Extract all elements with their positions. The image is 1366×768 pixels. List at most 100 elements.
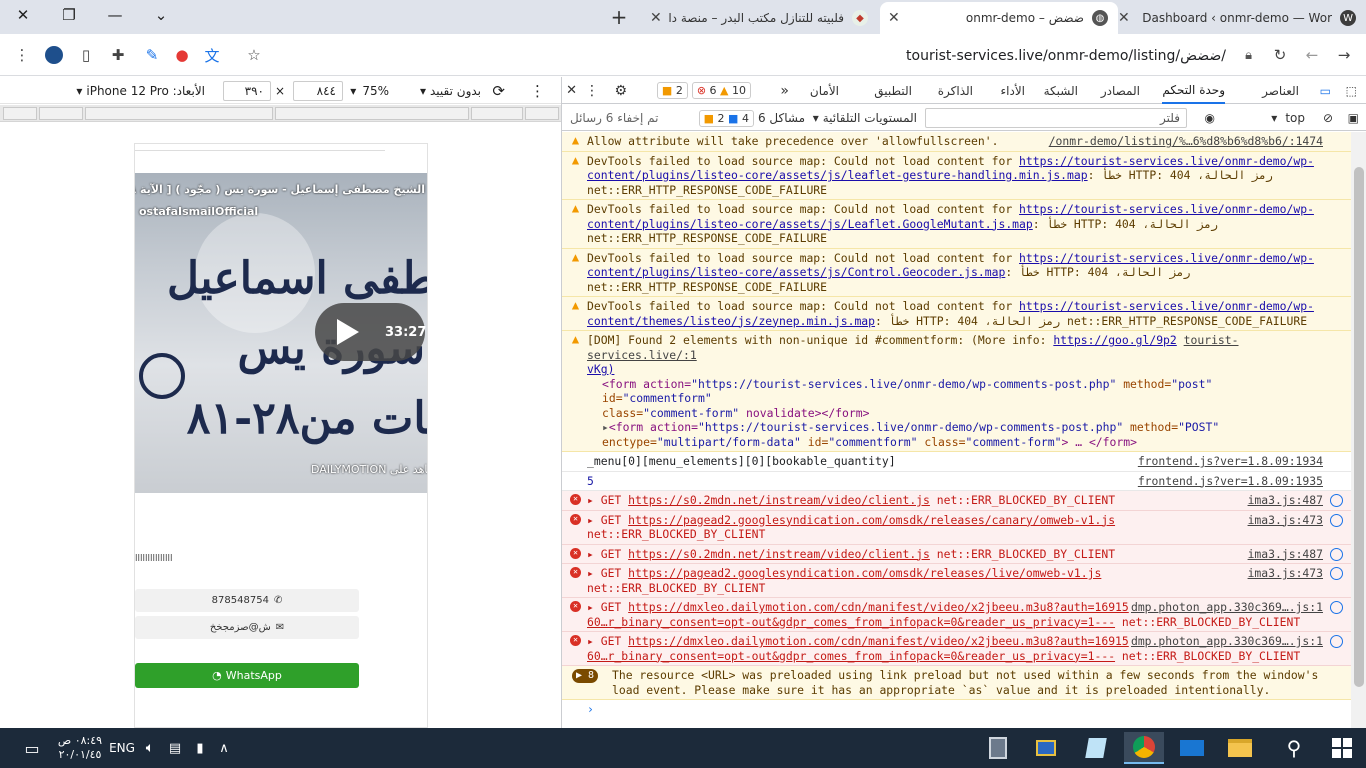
notepad-app-icon[interactable] bbox=[1076, 732, 1116, 764]
live-expression-eye-icon[interactable]: ◉ bbox=[1205, 108, 1215, 128]
expand-triangle-icon[interactable]: ▸ bbox=[587, 634, 601, 648]
tab-network[interactable]: الشبكة bbox=[1044, 77, 1078, 104]
expand-triangle-icon[interactable]: ▸ bbox=[602, 420, 609, 434]
restore-window-icon[interactable]: ❐ bbox=[46, 0, 92, 30]
video-player[interactable]: الشيخ مصطفى إسماعيل - سورة يس ( مجّود ) … bbox=[135, 173, 427, 493]
tab-onmr-demo[interactable]: ◍ ضضض – onmr-demo ✕ bbox=[880, 2, 1118, 34]
forward-icon[interactable]: ← bbox=[1300, 43, 1324, 67]
tab-console[interactable]: وحدة التحكم bbox=[1162, 77, 1225, 104]
throttle-select[interactable]: بدون تقييد ▾ bbox=[420, 81, 481, 101]
console-filter-input[interactable]: فلتر bbox=[925, 108, 1187, 128]
console-warning[interactable]: ▲ DevTools failed to load source map: Co… bbox=[562, 151, 1351, 200]
network-icon[interactable]: ▤ bbox=[165, 734, 185, 762]
request-url[interactable]: https://s0.2mdn.net/instream/video/clien… bbox=[628, 547, 930, 561]
console-error[interactable]: ✕ ▸ GET https://s0.2mdn.net/instream/vid… bbox=[562, 544, 1351, 564]
inspect-element-icon[interactable]: ⬚ bbox=[1346, 77, 1357, 104]
dom-node[interactable]: <form action="https://tourist-services.l… bbox=[587, 377, 1323, 421]
dom-node[interactable]: ▸<form action="https://tourist-services.… bbox=[587, 420, 1323, 449]
expand-triangle-icon[interactable]: ▸ bbox=[587, 513, 601, 527]
side-panel-icon[interactable]: ▯ bbox=[74, 43, 98, 67]
notifications-icon[interactable]: ▭ bbox=[20, 734, 44, 762]
request-url[interactable]: 60…r_binary_consent=opt-out&gdpr_comes_f… bbox=[587, 649, 1115, 663]
source-link[interactable]: frontend.js?ver=1.8.09:1934 bbox=[1138, 454, 1323, 469]
network-app-icon[interactable] bbox=[1026, 732, 1066, 764]
menu-kebab-icon[interactable]: ⋮ bbox=[10, 43, 34, 67]
play-button[interactable]: 33:27 bbox=[315, 303, 426, 361]
source-link[interactable]: dmp.photon_app.330c369….js:1 bbox=[1131, 600, 1323, 615]
show-hidden-icons-chevron[interactable]: ∧ bbox=[214, 734, 234, 762]
console-warning[interactable]: ▲ Allow attribute will take precedence o… bbox=[562, 132, 1351, 152]
whatsapp-button[interactable]: ◔ WhatsApp bbox=[135, 663, 359, 688]
profile-avatar-icon[interactable] bbox=[42, 43, 66, 67]
network-globe-icon[interactable] bbox=[1330, 635, 1343, 648]
source-link[interactable]: dmp.photon_app.330c369….js:1 bbox=[1131, 634, 1323, 649]
chrome-app-icon[interactable] bbox=[1124, 732, 1164, 764]
network-globe-icon[interactable] bbox=[1330, 494, 1343, 507]
device-menu-icon[interactable]: ⋮ bbox=[530, 81, 545, 101]
issues-badge[interactable]: ■ 2 bbox=[656, 82, 688, 99]
back-icon[interactable]: → bbox=[1332, 43, 1356, 67]
console-error[interactable]: ✕ ▸ GET https://dmxleo.dailymotion.com/c… bbox=[562, 598, 1351, 632]
device-select[interactable]: الأبعاد: iPhone 12 Pro ▾ bbox=[76, 81, 205, 101]
network-globe-icon[interactable] bbox=[1330, 513, 1343, 527]
height-input[interactable]: ٨٤٤ bbox=[293, 81, 343, 101]
speaker-muted-icon[interactable]: 🔈︎ bbox=[140, 734, 160, 762]
close-tab-icon[interactable]: ✕ bbox=[650, 10, 662, 26]
console-log[interactable]: _menu[0][menu_elements][0][bookable_quan… bbox=[562, 452, 1351, 472]
console-error[interactable]: ✕ ▸ GET https://dmxleo.dailymotion.com/c… bbox=[562, 632, 1351, 666]
request-url[interactable]: https://pagead2.googlesyndication.com/om… bbox=[628, 513, 1115, 527]
device-toggle-icon[interactable]: ▭ bbox=[1320, 77, 1331, 104]
source-link[interactable]: /onmr-demo/listing/%…6%d8%b6%d8%b6/:1474 bbox=[1049, 134, 1323, 149]
tab-memory[interactable]: الذاكرة bbox=[938, 77, 973, 104]
address-bar[interactable]: tourist-services.live/onmr-demo/listing/… bbox=[270, 41, 1262, 71]
request-url[interactable]: https://dmxleo.dailymotion.com/cdn/manif… bbox=[628, 634, 1129, 648]
language-indicator[interactable]: ENG bbox=[108, 734, 136, 762]
tab-search-chevron-icon[interactable]: ⌄ bbox=[138, 0, 184, 30]
source-link[interactable]: ima3.js:487 bbox=[1248, 493, 1323, 508]
media-query-ruler[interactable] bbox=[0, 105, 561, 122]
request-url[interactable]: 60…r_binary_consent=opt-out&gdpr_comes_f… bbox=[587, 615, 1115, 629]
watch-on-dailymotion[interactable]: شاهد على DAILYMOTION bbox=[311, 463, 427, 476]
close-tab-icon[interactable]: ✕ bbox=[1118, 10, 1130, 26]
clear-console-icon[interactable]: ⊘ bbox=[1323, 108, 1333, 128]
battery-icon[interactable]: ▮ bbox=[190, 734, 210, 762]
console-error[interactable]: ✕ ▸ GET https://pagead2.googlesyndicatio… bbox=[562, 510, 1351, 545]
video-channel[interactable]: ostafaIsmailOfficial bbox=[139, 205, 258, 218]
windows-start-icon[interactable] bbox=[1322, 732, 1362, 764]
network-globe-icon[interactable] bbox=[1330, 547, 1343, 561]
scroll-thumb[interactable] bbox=[1354, 167, 1364, 687]
console-prompt[interactable]: › bbox=[562, 700, 1351, 719]
sidebar-toggle-icon[interactable]: ▣ bbox=[1348, 108, 1359, 128]
width-input[interactable]: ٣٩٠ bbox=[223, 81, 271, 101]
tab-application[interactable]: التطبيق bbox=[874, 77, 912, 104]
tab-bader[interactable]: ◆ فلبيته للتنازل مكتب البدر – منصة دا ✕ bbox=[642, 2, 878, 34]
context-select[interactable]: top ▾ bbox=[1271, 108, 1305, 128]
close-window-icon[interactable]: ✕ bbox=[0, 0, 46, 30]
reload-icon[interactable]: ↻ bbox=[1268, 43, 1292, 67]
request-url[interactable]: https://s0.2mdn.net/instream/video/clien… bbox=[628, 493, 930, 507]
source-link[interactable]: ima3.js:473 bbox=[1248, 513, 1323, 528]
console-log[interactable]: 5 frontend.js?ver=1.8.09:1935 bbox=[562, 471, 1351, 491]
zoom-select[interactable]: 75% ▾ bbox=[350, 81, 389, 101]
source-link[interactable]: frontend.js?ver=1.8.09:1935 bbox=[1138, 474, 1323, 489]
console-error[interactable]: ✕ ▸ GET https://s0.2mdn.net/instream/vid… bbox=[562, 491, 1351, 511]
request-url[interactable]: https://pagead2.googlesyndication.com/om… bbox=[628, 566, 1101, 580]
error-warning-badge[interactable]: ⊗ 6 ▲ 10 bbox=[691, 82, 751, 99]
console-error[interactable]: ✕ ▸ GET https://pagead2.googlesyndicatio… bbox=[562, 564, 1351, 598]
tab-security[interactable]: الأمان bbox=[810, 77, 839, 104]
message-link[interactable]: vKg) bbox=[587, 362, 614, 376]
lock-icon[interactable]: 🔒︎ bbox=[1245, 48, 1252, 63]
expand-triangle-icon[interactable]: ▸ bbox=[587, 493, 601, 507]
console-warning[interactable]: ▲ [DOM] Found 2 elements with non-unique… bbox=[562, 331, 1351, 452]
source-link[interactable]: ima3.js:487 bbox=[1248, 547, 1323, 562]
new-tab-button[interactable]: + bbox=[606, 4, 632, 30]
source-link[interactable]: ima3.js:473 bbox=[1248, 566, 1323, 581]
expand-triangle-icon[interactable]: ▸ bbox=[587, 566, 601, 580]
file-explorer-app-icon[interactable] bbox=[1220, 732, 1260, 764]
console-warning[interactable]: ▲ DevTools failed to load source map: Co… bbox=[562, 248, 1351, 297]
close-tab-icon[interactable]: ✕ bbox=[888, 10, 900, 26]
devtools-menu-icon[interactable]: ⋮ bbox=[585, 77, 599, 104]
close-devtools-icon[interactable]: ✕ bbox=[566, 77, 577, 104]
console-counters[interactable]: ⊗ 6 ▲ 10 ■ 2 bbox=[655, 77, 753, 104]
minimize-window-icon[interactable]: — bbox=[92, 0, 138, 30]
